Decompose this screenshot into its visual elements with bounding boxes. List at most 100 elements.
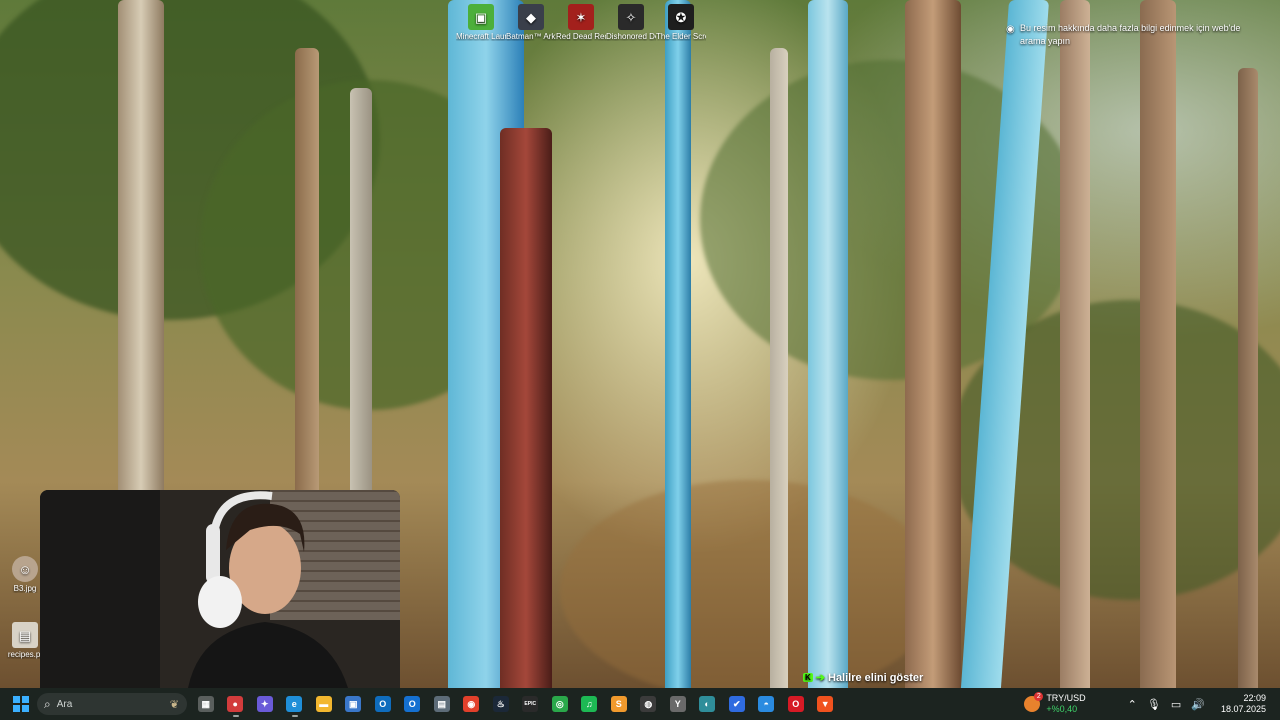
chat-text: elini göster [864, 671, 924, 684]
foliage [560, 480, 940, 688]
desktop-shortcut-minecraft[interactable]: ▣ Minecraft Launcher [456, 4, 506, 41]
minecraft-icon: ▣ [468, 4, 494, 30]
taskbar-app-edge[interactable]: e [280, 690, 310, 718]
taskbar-app-spotify[interactable]: ♫ [575, 690, 605, 718]
spotify-icon: ♫ [581, 696, 598, 712]
search-icon: ⌕ [44, 696, 51, 711]
outlook-icon: O [374, 696, 391, 712]
kick-badge: K [803, 673, 813, 682]
taskbar-app-brave[interactable]: ▼ [811, 690, 841, 718]
tree-trunk [1140, 0, 1176, 688]
batman-icon: ◆ [518, 4, 544, 30]
epic-games-icon: EPIC [522, 696, 539, 712]
gog-galaxy-icon: Y [669, 696, 686, 712]
tree-trunk [500, 128, 552, 688]
clock-date: 18.07.2025 [1220, 704, 1266, 714]
taskbar-app-gog-galaxy[interactable]: Y [663, 690, 693, 718]
chrome-icon: ◉ [463, 696, 480, 712]
copilot-icon: ✦ [256, 696, 273, 712]
tree-trunk [665, 0, 691, 688]
desktop-shortcut-dishonored[interactable]: ✧ Dishonored Definitive E... [606, 4, 656, 41]
taskbar: ⌕ Ara ❦ ▦ ● ✦ e ▬ ▣ O O ▤ ◉ ♨ EPIC ◎ ♫ S ◍ Y ◐ ✔ ◓ O ▼ 2 TRY/… [0, 688, 1280, 720]
currency-icon: 2 [1024, 692, 1044, 712]
opera-icon: O [787, 696, 804, 712]
running-indicator [232, 715, 239, 717]
network-icon[interactable]: ▭ [1171, 698, 1181, 711]
desktop-wallpaper: ▣ Minecraft Launcher ◆ Batman™ Arkham A.… [0, 0, 1280, 688]
taskbar-app-task-view[interactable]: ▦ [191, 690, 221, 718]
taskbar-app-steam[interactable]: ♨ [486, 690, 516, 718]
taskbar-app-messenger[interactable]: ◓ [752, 690, 782, 718]
start-button[interactable] [13, 696, 29, 712]
calculator-icon: ▤ [433, 696, 450, 712]
messenger-icon: ◓ [758, 696, 775, 712]
desktop-shortcut-label: Minecraft Launcher [456, 32, 506, 41]
tree-trunk [770, 48, 788, 688]
desktop-shortcut-label: Batman™ Arkham A... [506, 32, 556, 41]
currency-pair: TRY/USD [1046, 693, 1086, 703]
running-indicator [291, 715, 298, 717]
taskbar-app-opera[interactable]: O [781, 690, 811, 718]
outlook-classic-icon: O [404, 696, 421, 712]
taskbar-clock[interactable]: 22:09 18.07.2025 [1221, 693, 1266, 715]
taskbar-app-epic-games[interactable]: EPIC [516, 690, 546, 718]
currency-change: +%0,40 [1046, 704, 1078, 714]
chevron-up-icon[interactable]: ⌃ [1128, 698, 1137, 711]
arrow-icon: ➔ [815, 672, 825, 684]
xbox-app-icon: ◎ [551, 696, 568, 712]
taskbar-app-xbox-app[interactable]: ◎ [545, 690, 575, 718]
taskbar-app-widget-app[interactable]: ● [221, 690, 251, 718]
chat-username: Halilre [828, 671, 862, 684]
desktop-shortcut-red-dead[interactable]: ✶ Red Dead Redempti... [556, 4, 606, 41]
currency-widget[interactable]: 2 TRY/USD +%0,40 [1024, 692, 1086, 715]
webcam-person [188, 491, 348, 688]
taskbar-app-outlook[interactable]: O [368, 690, 398, 718]
stream-chat-message: K ➔ Halilre elini göster [803, 671, 923, 684]
edge-icon: e [286, 696, 303, 712]
widget-app-icon: ● [227, 696, 244, 712]
search-placeholder: Ara [56, 698, 73, 710]
taskbar-search[interactable]: ⌕ Ara ❦ [37, 693, 187, 715]
spotlight-info[interactable]: ◉ Bu resim hakkında daha fazla bilgi edi… [1006, 22, 1268, 48]
taskbar-app-todo[interactable]: ✔ [722, 690, 752, 718]
clock-time: 22:09 [1243, 693, 1266, 703]
tree-trunk [905, 0, 961, 688]
taskbar-apps: ▦ ● ✦ e ▬ ▣ O O ▤ ◉ ♨ EPIC ◎ ♫ S ◍ Y ◐ ✔ ◓ O ▼ [191, 690, 840, 718]
volume-icon[interactable]: 🔊 [1191, 698, 1205, 711]
brave-icon: ▼ [817, 696, 834, 712]
microsoft-store-icon: ▣ [345, 696, 362, 712]
spotlight-text: Bu resim hakkında daha fazla bilgi edinm… [1020, 23, 1241, 46]
obs-studio-icon: ◍ [640, 696, 657, 712]
camera-icon: ◉ [1006, 24, 1015, 35]
file-icon: ▤ [12, 622, 38, 648]
task-view-icon: ▦ [197, 696, 214, 712]
todo-icon: ✔ [728, 696, 745, 712]
notification-badge: 2 [1034, 692, 1044, 701]
taskbar-app-copilot[interactable]: ✦ [250, 690, 280, 718]
desktop-shortcut-label: Red Dead Redempti... [556, 32, 606, 41]
image-file-icon: ☺ [12, 556, 38, 582]
taskbar-app-file-explorer[interactable]: ▬ [309, 690, 339, 718]
taskbar-app-microsoft-store[interactable]: ▣ [339, 690, 369, 718]
taskbar-app-sublime-text[interactable]: S [604, 690, 634, 718]
microphone-icon[interactable]: 🎙 [1147, 698, 1161, 711]
desktop-shortcut-batman[interactable]: ◆ Batman™ Arkham A... [506, 4, 556, 41]
webcam-overlay [40, 490, 400, 688]
webcam-background [40, 490, 160, 688]
system-tray: 2 TRY/USD +%0,40 ⌃ 🎙 ▭ 🔊 22:09 18.07.202… [1024, 692, 1280, 715]
red-dead-icon: ✶ [568, 4, 594, 30]
taskbar-app-chrome[interactable]: ◉ [457, 690, 487, 718]
tree-trunk [1060, 0, 1090, 688]
dishonored-icon: ✧ [618, 4, 644, 30]
desktop-shortcut-elder-scrolls[interactable]: ✪ The Elder Scrolls ... [656, 4, 706, 41]
desktop-shortcut-label: Dishonored Definitive E... [606, 32, 656, 41]
taskbar-app-calculator[interactable]: ▤ [427, 690, 457, 718]
taskbar-app-outlook-classic[interactable]: O [398, 690, 428, 718]
desktop-shortcut-label: The Elder Scrolls ... [656, 32, 706, 41]
taskbar-app-world-app[interactable]: ◐ [693, 690, 723, 718]
steam-icon: ♨ [492, 696, 509, 712]
search-highlight-icon: ❦ [169, 698, 179, 711]
taskbar-app-obs-studio[interactable]: ◍ [634, 690, 664, 718]
sublime-text-icon: S [610, 696, 627, 712]
world-app-icon: ◐ [699, 696, 716, 712]
